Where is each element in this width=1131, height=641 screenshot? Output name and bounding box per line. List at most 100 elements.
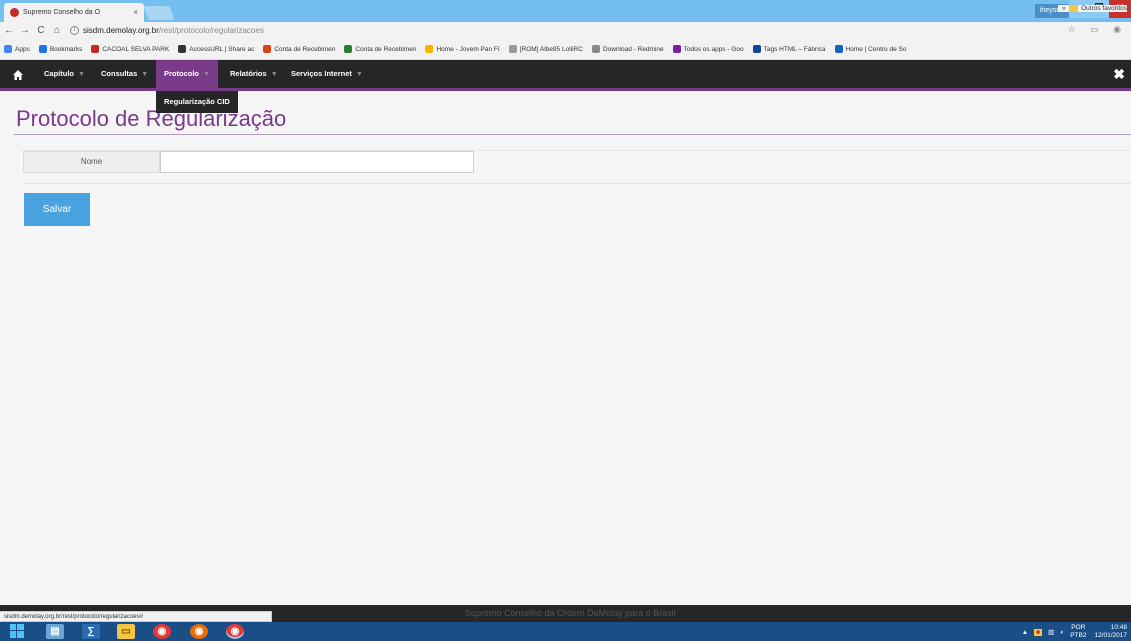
bookmark-label: [ROM] Albe95 LolliRC xyxy=(519,45,583,53)
bookmark-item[interactable]: Home - Jovem Pan FI xyxy=(425,45,500,53)
name-label: Nome xyxy=(23,151,160,173)
bookmark-favicon-icon xyxy=(591,45,600,53)
url-host: sisdm.demolay.org.br xyxy=(83,26,159,35)
volume-icon[interactable]: ◐ xyxy=(1060,629,1064,636)
extension-icons[interactable]: ☆ ▭ ◉ xyxy=(1068,24,1127,35)
home-icon[interactable] xyxy=(12,69,24,81)
form-row-nome: Nome xyxy=(23,150,1131,184)
reload-icon[interactable]: C xyxy=(34,25,48,36)
bookmark-label: Apps xyxy=(15,45,30,53)
bookmark-favicon-icon xyxy=(344,45,353,53)
bookmark-label: Home | Centro de So xyxy=(845,45,907,53)
other-bookmarks[interactable]: » Outros favoritos xyxy=(1057,5,1127,13)
bookmark-label: Todos os apps - Goo xyxy=(683,45,744,53)
bookmark-item[interactable]: Home | Centro de So xyxy=(834,45,907,53)
url-path: /rest/protocolo/regularizacoes xyxy=(158,26,264,35)
nav-consultas[interactable]: Consultas ▼ xyxy=(93,60,156,88)
visual-studio-icon[interactable]: ∑ xyxy=(82,624,100,639)
bookmark-label: Bookmarks xyxy=(49,45,83,53)
tray-chevron-icon[interactable]: ▲ xyxy=(1022,629,1028,636)
save-button[interactable]: Salvar xyxy=(24,193,90,226)
bookmark-label: Conta de Recebimen xyxy=(274,45,336,53)
bookmark-item[interactable]: Download - Redmine xyxy=(591,45,664,53)
bookmark-label: Download - Redmine xyxy=(602,45,664,53)
chevron-down-icon: ▼ xyxy=(141,71,149,78)
new-tab-button[interactable] xyxy=(143,6,175,20)
nav-label: Consultas xyxy=(101,69,138,78)
windows-taskbar: ▤ ∑ ▭ ◉ ◉ ◉ ▲ ■ ▥ ◐ POR PTB2 10:48 12/01… xyxy=(0,622,1131,641)
firefox-icon[interactable]: ◉ xyxy=(190,624,208,639)
page-title: Protocolo de Regularização xyxy=(16,106,287,131)
bookmark-favicon-icon xyxy=(672,45,681,53)
bookmark-item[interactable]: [ROM] Albe95 LolliRC xyxy=(508,45,583,53)
clock[interactable]: 10:48 12/01/2017 xyxy=(1094,624,1127,640)
bookmark-favicon-icon xyxy=(263,45,272,53)
nav-capitulo[interactable]: Capítulo ▼ xyxy=(36,60,93,88)
bookmark-item[interactable]: Todos os apps - Goo xyxy=(672,45,744,53)
folder-icon xyxy=(1069,5,1079,12)
chevron-down-icon: ▼ xyxy=(203,71,210,78)
back-icon[interactable]: ← xyxy=(2,25,16,36)
system-tray: ▲ ■ ▥ ◐ POR PTB2 10:48 12/01/2017 xyxy=(1016,624,1127,640)
name-input[interactable] xyxy=(160,151,474,173)
chrome-active-icon[interactable]: ◉ xyxy=(226,624,244,639)
bookmark-label: Home - Jovem Pan FI xyxy=(436,45,500,53)
chrome-icon[interactable]: ◉ xyxy=(153,624,171,639)
other-bookmarks-label: Outros favoritos xyxy=(1081,5,1127,13)
home-icon[interactable]: ⌂ xyxy=(50,25,64,36)
chevron-down-icon: ▼ xyxy=(78,71,85,78)
bookmark-favicon-icon xyxy=(508,45,517,53)
demolay-favicon-icon xyxy=(10,8,19,17)
info-icon[interactable]: i xyxy=(70,26,79,35)
bookmark-label: AccessURL | Share ac xyxy=(189,45,255,53)
bookmark-favicon-icon xyxy=(91,45,100,53)
clock-time: 10:48 xyxy=(1110,624,1127,631)
status-url: sisdm.demolay.org.br/rest/protocolo/regu… xyxy=(0,611,272,622)
bookmarks-overflow-icon[interactable]: » xyxy=(1062,5,1066,12)
network-icon[interactable]: ▥ xyxy=(1048,628,1054,636)
lang-sub: PTB2 xyxy=(1070,632,1087,639)
bookmark-favicon-icon xyxy=(4,45,12,53)
nav-relatorios[interactable]: Relatórios ▼ xyxy=(222,60,286,88)
site-nav: Capítulo ▼ Consultas ▼ Protocolo ▼ Relatóri… xyxy=(0,60,1131,91)
forward-icon[interactable]: → xyxy=(18,25,32,36)
bookmark-item[interactable]: Conta de Recebimen xyxy=(263,45,335,53)
url-field[interactable]: i sisdm.demolay.org.br/rest/protocolo/re… xyxy=(70,26,264,35)
bookmark-favicon-icon xyxy=(38,45,47,53)
bookmark-item[interactable]: Apps xyxy=(4,45,30,53)
windows-start-icon[interactable] xyxy=(8,624,26,639)
nav-label: Relatórios xyxy=(230,69,267,78)
nav-label: Capítulo xyxy=(44,69,74,78)
file-explorer-icon[interactable]: ▤ xyxy=(46,624,64,639)
tab-close-icon[interactable]: × xyxy=(133,8,138,17)
close-icon[interactable]: ✖ xyxy=(1113,66,1125,83)
bookmark-favicon-icon xyxy=(752,45,761,53)
title-divider xyxy=(14,134,1131,135)
clock-date: 12/01/2017 xyxy=(1094,632,1127,639)
folder-icon[interactable]: ▭ xyxy=(117,624,135,639)
bookmark-item[interactable]: Tags HTML – Fábrica xyxy=(752,45,826,53)
bookmark-favicon-icon xyxy=(425,45,434,53)
browser-tab[interactable]: Supremo Conselho da O × xyxy=(4,3,144,22)
chevron-down-icon: ▼ xyxy=(355,71,363,78)
bookmark-label: Conta de Recebimen xyxy=(355,45,417,53)
dropdown-item-regularizacao-cid[interactable]: Regularização CID xyxy=(156,91,238,113)
address-bar: ← → C ⌂ i sisdm.demolay.org.br/rest/prot… xyxy=(0,22,1131,39)
bookmark-label: CACOAL SELVA PARK xyxy=(102,45,170,53)
bookmark-favicon-icon xyxy=(834,45,843,53)
bookmark-label: Tags HTML – Fábrica xyxy=(763,45,826,53)
bookmark-favicon-icon xyxy=(178,45,187,53)
browser-titlebar: Supremo Conselho da O × iheyson – ❐ ✕ xyxy=(0,0,1131,22)
nav-label: Protocolo xyxy=(164,69,199,78)
tray-app-icon[interactable]: ■ xyxy=(1034,628,1043,636)
tab-title: Supremo Conselho da O xyxy=(23,9,101,16)
bookmark-item[interactable]: AccessURL | Share ac xyxy=(178,45,254,53)
language-indicator[interactable]: POR PTB2 xyxy=(1070,624,1086,640)
bookmark-item[interactable]: Conta de Recebimen xyxy=(344,45,416,53)
nav-servicos-internet[interactable]: Serviços Internet ▼ xyxy=(283,60,371,88)
chevron-down-icon: ▼ xyxy=(270,71,278,78)
nav-protocolo[interactable]: Protocolo ▼ xyxy=(156,60,218,88)
bookmark-item[interactable]: Bookmarks xyxy=(38,45,83,53)
site-footer: Supremo Conselho da Ordem DeMolay para o… xyxy=(272,605,1131,622)
bookmark-item[interactable]: CACOAL SELVA PARK xyxy=(91,45,169,53)
